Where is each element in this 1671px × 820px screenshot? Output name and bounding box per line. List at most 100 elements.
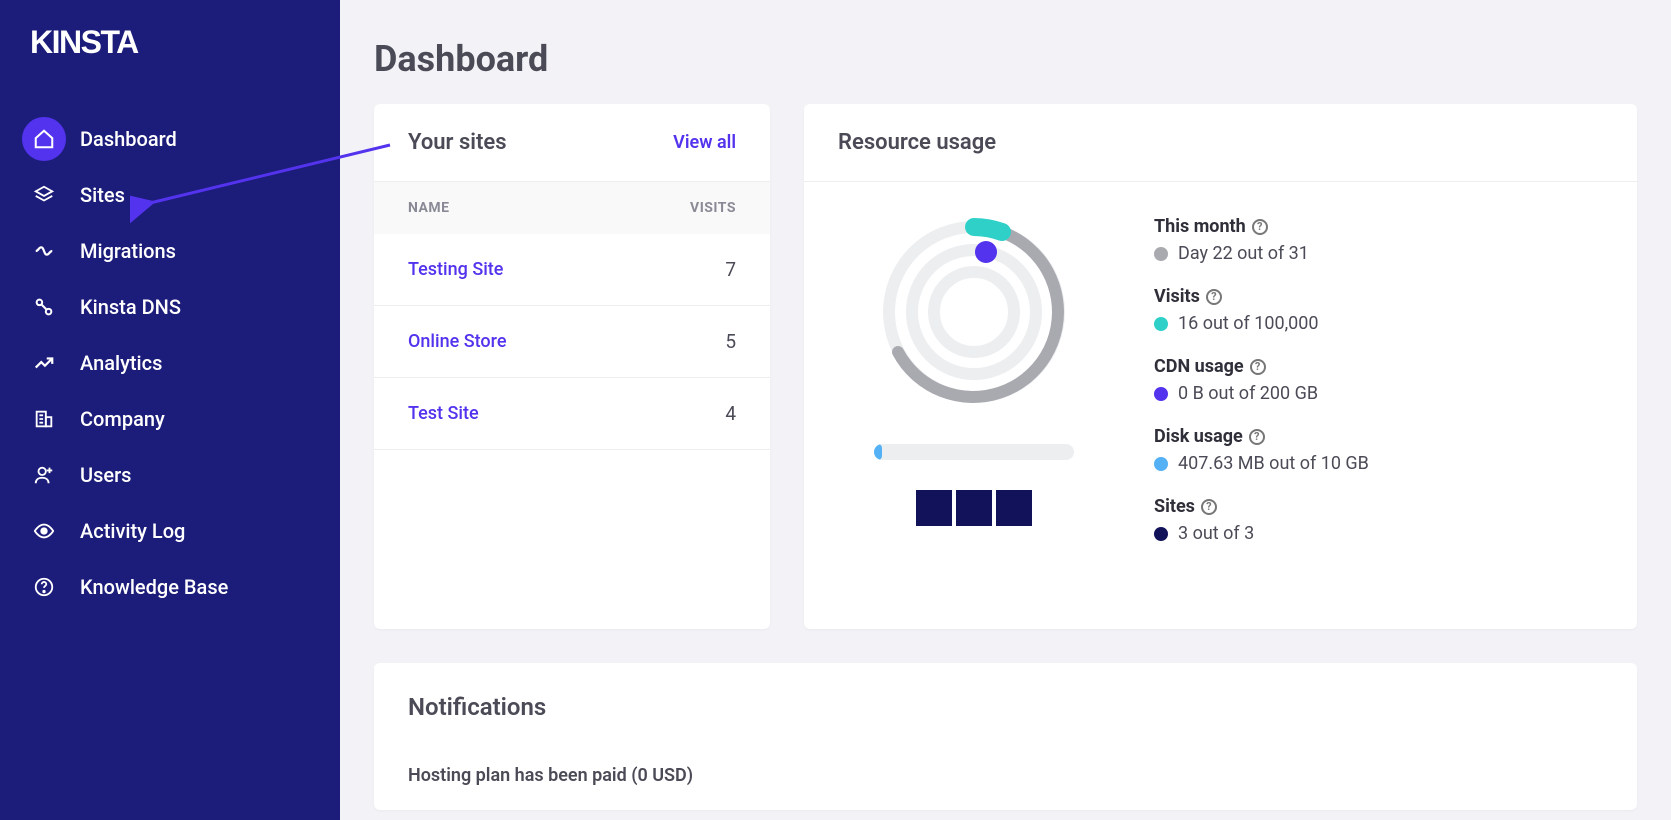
sidebar-item-knowledge-base[interactable]: Knowledge Base bbox=[0, 559, 340, 615]
nav: Dashboard Sites Migrations Kinsta DNS An… bbox=[0, 111, 340, 615]
sites-boxes bbox=[916, 490, 1032, 526]
stat-value-text: 3 out of 3 bbox=[1178, 523, 1254, 544]
site-link[interactable]: Online Store bbox=[408, 331, 506, 352]
stat-value-text: 407.63 MB out of 10 GB bbox=[1178, 453, 1369, 474]
stat-value-text: 0 B out of 200 GB bbox=[1178, 383, 1318, 404]
stat-value: 16 out of 100,000 bbox=[1154, 313, 1597, 334]
question-icon[interactable]: ? bbox=[1201, 499, 1217, 515]
sidebar-item-dns[interactable]: Kinsta DNS bbox=[0, 279, 340, 335]
notification-text: Hosting plan has been paid (0 USD) bbox=[408, 765, 693, 786]
stat-value: Day 22 out of 31 bbox=[1154, 243, 1597, 264]
sidebar: KInsta Dashboard Sites Migrations Kinsta… bbox=[0, 0, 340, 820]
dot-icon bbox=[1154, 527, 1168, 541]
stat-value: 0 B out of 200 GB bbox=[1154, 383, 1597, 404]
site-visits: 7 bbox=[725, 258, 736, 281]
col-visits: VISITS bbox=[690, 200, 736, 216]
nav-label: Activity Log bbox=[80, 519, 185, 543]
your-sites-card: Your sites View all NAME VISITS Testing … bbox=[374, 104, 770, 629]
page-title: Dashboard bbox=[374, 38, 1637, 80]
notifications-card: Notifications Hosting plan has been paid… bbox=[374, 663, 1637, 810]
nav-label: Kinsta DNS bbox=[80, 295, 181, 319]
stat-label-text: This month bbox=[1154, 216, 1246, 237]
disk-usage-bar bbox=[874, 444, 1074, 460]
stat-label: CDN usage ? bbox=[1154, 356, 1597, 377]
stat-label-text: CDN usage bbox=[1154, 356, 1244, 377]
sidebar-item-sites[interactable]: Sites bbox=[0, 167, 340, 223]
site-visits: 5 bbox=[725, 330, 736, 353]
site-box bbox=[996, 490, 1032, 526]
card-header: Your sites View all bbox=[374, 104, 770, 182]
stat-label: This month ? bbox=[1154, 216, 1597, 237]
resource-body: This month ? Day 22 out of 31 Visits ? bbox=[804, 182, 1637, 596]
stat-visits: Visits ? 16 out of 100,000 bbox=[1154, 286, 1597, 334]
help-icon bbox=[22, 565, 66, 609]
card-title: Your sites bbox=[408, 130, 507, 155]
card-header: Resource usage bbox=[804, 104, 1637, 182]
stat-disk: Disk usage ? 407.63 MB out of 10 GB bbox=[1154, 426, 1597, 474]
site-box bbox=[916, 490, 952, 526]
brand-logo: KInsta bbox=[30, 24, 340, 61]
card-title: Notifications bbox=[408, 693, 546, 721]
radial-gauge-chart bbox=[874, 212, 1074, 412]
home-icon bbox=[22, 117, 66, 161]
dot-icon bbox=[1154, 317, 1168, 331]
disk-usage-fill bbox=[874, 444, 882, 460]
stat-label: Sites ? bbox=[1154, 496, 1597, 517]
sidebar-item-migrations[interactable]: Migrations bbox=[0, 223, 340, 279]
dot-icon bbox=[1154, 457, 1168, 471]
sidebar-item-analytics[interactable]: Analytics bbox=[0, 335, 340, 391]
table-head: NAME VISITS bbox=[374, 182, 770, 234]
stat-value: 3 out of 3 bbox=[1154, 523, 1597, 544]
stat-value-text: 16 out of 100,000 bbox=[1178, 313, 1318, 334]
site-visits: 4 bbox=[725, 402, 736, 425]
layers-icon bbox=[22, 173, 66, 217]
card-title: Resource usage bbox=[838, 130, 996, 155]
site-link[interactable]: Testing Site bbox=[408, 259, 503, 280]
nav-label: Migrations bbox=[80, 239, 176, 263]
view-all-link[interactable]: View all bbox=[673, 132, 736, 153]
question-icon[interactable]: ? bbox=[1250, 359, 1266, 375]
stat-label-text: Visits bbox=[1154, 286, 1200, 307]
nav-label: Company bbox=[80, 407, 165, 431]
stat-sites: Sites ? 3 out of 3 bbox=[1154, 496, 1597, 544]
stat-cdn: CDN usage ? 0 B out of 200 GB bbox=[1154, 356, 1597, 404]
content: Dashboard Your sites View all NAME VISIT… bbox=[340, 0, 1671, 810]
stat-label: Disk usage ? bbox=[1154, 426, 1597, 447]
sidebar-item-dashboard[interactable]: Dashboard bbox=[0, 111, 340, 167]
nav-label: Sites bbox=[80, 183, 125, 207]
sidebar-item-users[interactable]: Users bbox=[0, 447, 340, 503]
stat-label-text: Sites bbox=[1154, 496, 1195, 517]
table-row: Online Store 5 bbox=[374, 306, 770, 378]
sidebar-item-activity-log[interactable]: Activity Log bbox=[0, 503, 340, 559]
table-row: Testing Site 7 bbox=[374, 234, 770, 306]
nav-label: Users bbox=[80, 463, 131, 487]
users-icon bbox=[22, 453, 66, 497]
table-row: Test Site 4 bbox=[374, 378, 770, 450]
nav-label: Dashboard bbox=[80, 127, 177, 151]
nav-label: Analytics bbox=[80, 351, 162, 375]
site-link[interactable]: Test Site bbox=[408, 403, 479, 424]
col-name: NAME bbox=[408, 200, 450, 216]
resource-usage-card: Resource usage bbox=[804, 104, 1637, 629]
cards-row: Your sites View all NAME VISITS Testing … bbox=[374, 104, 1637, 629]
question-icon[interactable]: ? bbox=[1252, 219, 1268, 235]
dot-icon bbox=[1154, 387, 1168, 401]
migrate-icon bbox=[22, 229, 66, 273]
notification-row[interactable]: Hosting plan has been paid (0 USD) bbox=[374, 741, 1637, 810]
question-icon[interactable]: ? bbox=[1206, 289, 1222, 305]
stat-month: This month ? Day 22 out of 31 bbox=[1154, 216, 1597, 264]
gauge-column bbox=[844, 212, 1104, 566]
question-icon[interactable]: ? bbox=[1249, 429, 1265, 445]
stat-label: Visits ? bbox=[1154, 286, 1597, 307]
analytics-icon bbox=[22, 341, 66, 385]
nav-label: Knowledge Base bbox=[80, 575, 228, 599]
company-icon bbox=[22, 397, 66, 441]
site-box bbox=[956, 490, 992, 526]
stats-column: This month ? Day 22 out of 31 Visits ? bbox=[1154, 212, 1597, 566]
card-header: Notifications bbox=[374, 663, 1637, 741]
stat-value-text: Day 22 out of 31 bbox=[1178, 243, 1309, 264]
eye-icon bbox=[22, 509, 66, 553]
stat-label-text: Disk usage bbox=[1154, 426, 1243, 447]
dot-icon bbox=[1154, 247, 1168, 261]
sidebar-item-company[interactable]: Company bbox=[0, 391, 340, 447]
